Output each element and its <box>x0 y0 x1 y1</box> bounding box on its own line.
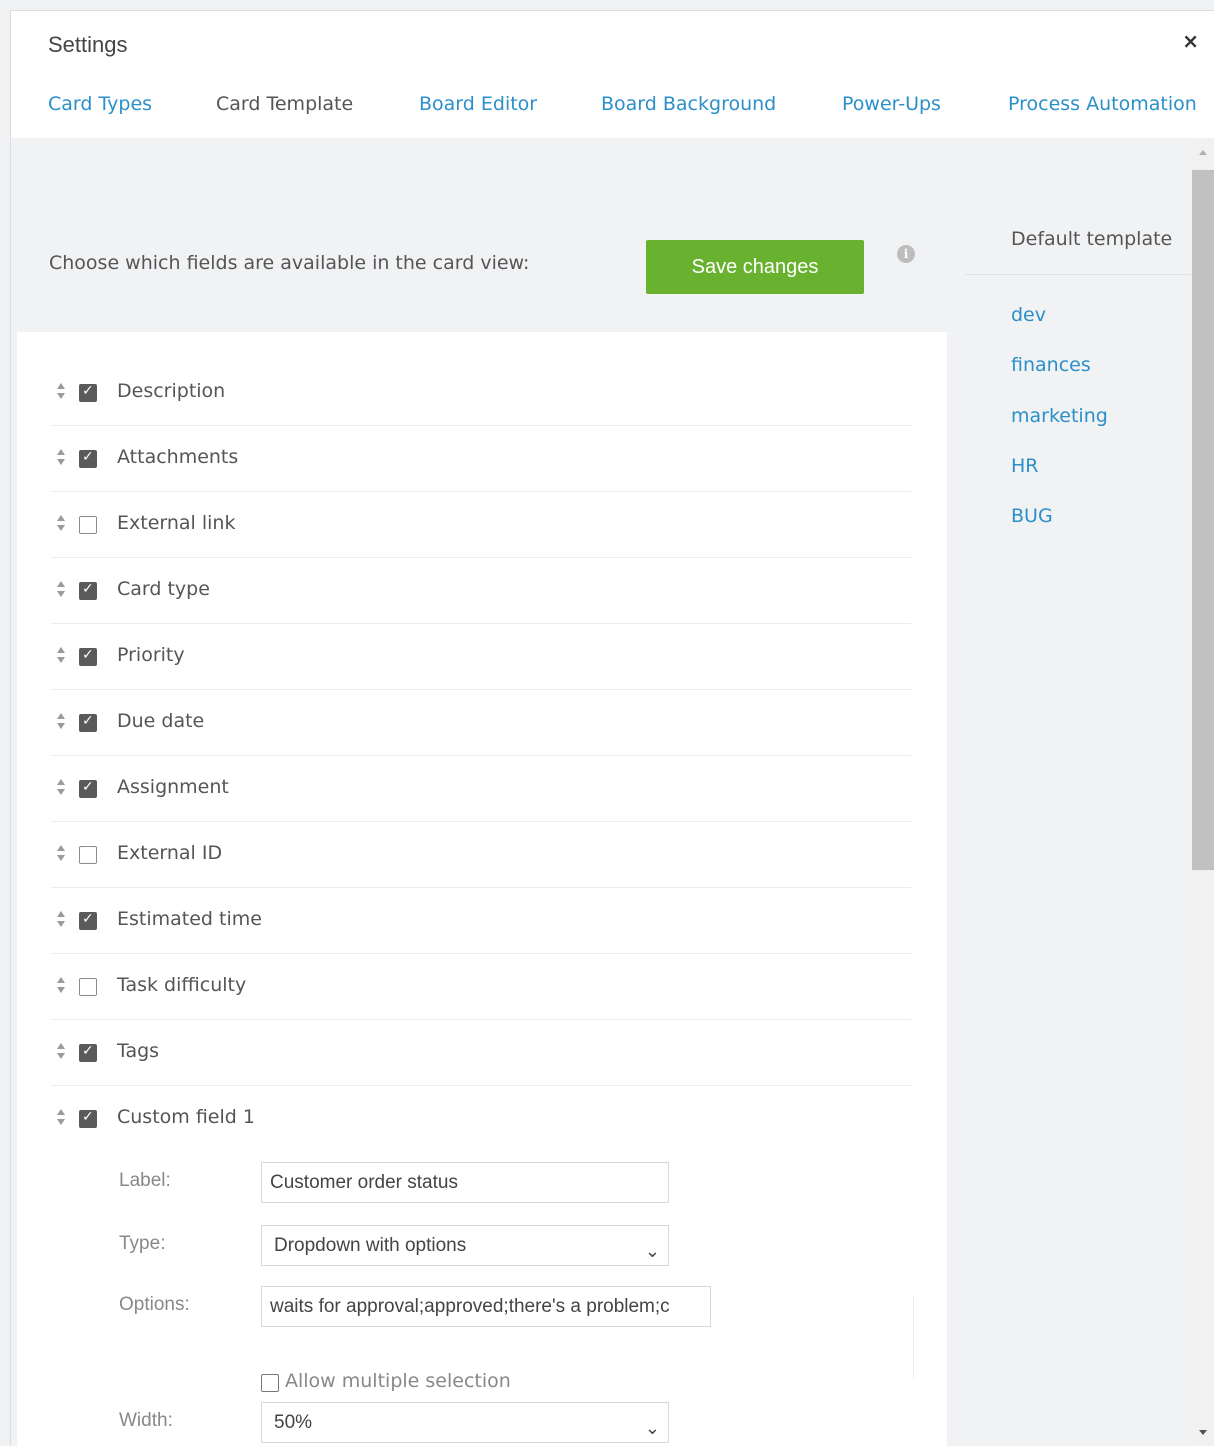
scrollbar-thumb[interactable] <box>1192 170 1214 870</box>
field-label: Due date <box>117 710 205 732</box>
scroll-up-icon[interactable] <box>1199 150 1207 155</box>
field-row-card-type: Card type <box>51 558 911 624</box>
width-field-label: Width: <box>119 1410 173 1431</box>
card-template-panel: Choose which fields are available in the… <box>17 200 947 1446</box>
template-link-finances[interactable]: finances <box>1011 354 1091 376</box>
vertical-scrollbar[interactable] <box>1191 138 1214 1446</box>
tab-card-template[interactable]: Card Template <box>216 93 353 115</box>
assignment-checkbox[interactable] <box>79 779 97 798</box>
drag-handle-icon[interactable] <box>54 644 68 670</box>
description-checkbox[interactable] <box>79 383 97 402</box>
tab-process-automation[interactable]: Process Automation <box>1008 93 1197 115</box>
drag-handle-icon[interactable] <box>54 512 68 538</box>
scroll-down-icon[interactable] <box>1199 1430 1207 1435</box>
drag-handle-icon[interactable] <box>54 1040 68 1066</box>
field-row-assignment: Assignment <box>51 756 911 822</box>
field-label: Task difficulty <box>117 974 247 996</box>
field-label: Estimated time <box>117 908 262 930</box>
field-row-external-id: External ID <box>51 822 911 888</box>
dialog-title: Settings <box>48 32 128 57</box>
options-divider <box>913 1296 914 1378</box>
width-select-value: 50% <box>274 1412 313 1433</box>
tab-board-background[interactable]: Board Background <box>601 93 776 115</box>
external-id-checkbox[interactable] <box>79 846 97 864</box>
tab-card-types[interactable]: Card Types <box>48 93 152 115</box>
panel-header: Choose which fields are available in the… <box>17 200 947 332</box>
custom-field-1-checkbox[interactable] <box>79 1109 97 1128</box>
field-row-custom-field-1: Custom field 1 <box>51 1086 911 1152</box>
priority-checkbox[interactable] <box>79 647 97 666</box>
allow-multiple-label: Allow multiple selection <box>285 1370 511 1392</box>
estimated-time-checkbox[interactable] <box>79 911 97 930</box>
settings-content: Choose which fields are available in the… <box>11 138 1191 1446</box>
save-changes-button[interactable]: Save changes <box>646 240 864 294</box>
tab-board-editor[interactable]: Board Editor <box>419 93 537 115</box>
template-link-hr[interactable]: HR <box>1011 455 1039 477</box>
external-link-checkbox[interactable] <box>79 516 97 534</box>
label-input[interactable]: Customer order status <box>261 1162 669 1203</box>
drag-handle-icon[interactable] <box>54 446 68 472</box>
close-button[interactable]: × <box>1182 28 1199 54</box>
template-link-dev[interactable]: dev <box>1011 304 1046 326</box>
attachments-checkbox[interactable] <box>79 449 97 468</box>
options-field-label: Options: <box>119 1294 190 1315</box>
field-label: Card type <box>117 578 210 600</box>
template-link-bug[interactable]: BUG <box>1011 505 1053 527</box>
field-list: Description Attachments External link Ca… <box>51 360 914 1446</box>
drag-handle-icon[interactable] <box>54 578 68 604</box>
drag-handle-icon[interactable] <box>54 842 68 868</box>
label-field-label: Label: <box>119 1170 171 1191</box>
allow-multiple-checkbox[interactable] <box>261 1374 279 1392</box>
drag-handle-icon[interactable] <box>54 974 68 1000</box>
field-label: Assignment <box>117 776 229 798</box>
field-row-priority: Priority <box>51 624 911 690</box>
field-row-description: Description <box>51 360 911 426</box>
field-row-due-date: Due date <box>51 690 911 756</box>
info-icon[interactable]: i <box>897 245 915 263</box>
drag-handle-icon[interactable] <box>54 908 68 934</box>
field-row-estimated-time: Estimated time <box>51 888 911 954</box>
tab-power-ups[interactable]: Power-Ups <box>842 93 941 115</box>
field-label: Tags <box>117 1040 160 1062</box>
tags-checkbox[interactable] <box>79 1043 97 1062</box>
field-label: Attachments <box>117 446 239 468</box>
chevron-down-icon: ⌄ <box>644 1241 660 1261</box>
options-input[interactable]: waits for approval;approved;there's a pr… <box>261 1286 711 1327</box>
field-label: External ID <box>117 842 223 864</box>
field-label: Description <box>117 380 226 402</box>
drag-handle-icon[interactable] <box>54 710 68 736</box>
field-label: External link <box>117 512 236 534</box>
drag-handle-icon[interactable] <box>54 776 68 802</box>
type-field-label: Type: <box>119 1233 166 1254</box>
sidebar-divider <box>965 274 1191 275</box>
drag-handle-icon[interactable] <box>54 380 68 406</box>
field-row-attachments: Attachments <box>51 426 911 492</box>
custom-field-form: Label: Customer order status Type: Dropd… <box>51 1152 914 1446</box>
template-link-marketing[interactable]: marketing <box>1011 405 1108 427</box>
chevron-down-icon: ⌄ <box>644 1418 660 1438</box>
default-template-link[interactable]: Default template <box>1011 228 1172 250</box>
task-difficulty-checkbox[interactable] <box>79 978 97 996</box>
field-row-external-link: External link <box>51 492 911 558</box>
field-label: Priority <box>117 644 185 666</box>
panel-header-text: Choose which fields are available in the… <box>49 252 530 274</box>
type-select-value: Dropdown with options <box>274 1235 467 1256</box>
field-row-task-difficulty: Task difficulty <box>51 954 911 1020</box>
width-select[interactable]: 50% ⌄ <box>261 1402 669 1443</box>
settings-dialog: Settings × Card Types Card Template Boar… <box>10 10 1214 1446</box>
field-row-tags: Tags <box>51 1020 911 1086</box>
due-date-checkbox[interactable] <box>79 713 97 732</box>
field-label: Custom field 1 <box>117 1106 255 1128</box>
settings-tabs: Card Types Card Template Board Editor Bo… <box>11 93 1214 129</box>
type-select[interactable]: Dropdown with options ⌄ <box>261 1225 669 1266</box>
card-type-checkbox[interactable] <box>79 581 97 600</box>
drag-handle-icon[interactable] <box>54 1106 68 1132</box>
